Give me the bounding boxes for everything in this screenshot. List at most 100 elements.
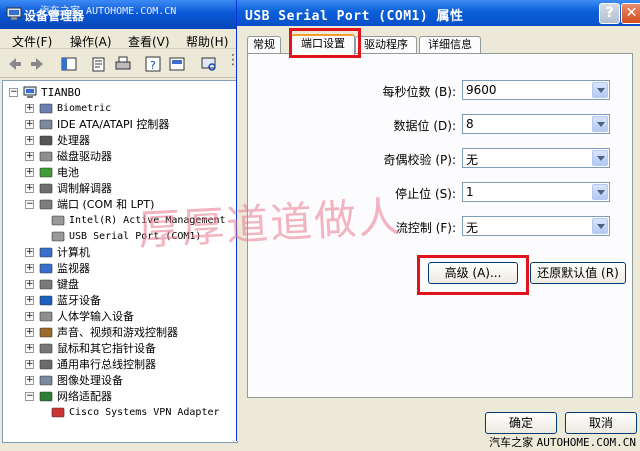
expand-icon[interactable]: +	[25, 248, 34, 257]
device-manager-titlebar[interactable]: 设备管理器 汽车之家 AUTOHOME.COM.CN	[0, 0, 240, 29]
tree-item-label: 计算机	[57, 246, 90, 259]
expand-icon[interactable]: +	[25, 264, 34, 273]
network-card-icon	[51, 407, 65, 418]
expand-icon[interactable]: +	[25, 280, 34, 289]
close-button[interactable]: ✕	[621, 3, 640, 24]
tree-item-label: 网络适配器	[57, 390, 112, 403]
dialog-title: USB Serial Port (COM1) 属性	[245, 9, 464, 24]
setting-dropdown[interactable]: 无	[462, 148, 610, 168]
tree-item-label: 图像处理设备	[57, 374, 123, 387]
expand-icon[interactable]: +	[25, 184, 34, 193]
device-manager-window: 设备管理器 汽车之家 AUTOHOME.COM.CN 文件(F) 操作(A) 查…	[0, 0, 240, 451]
expand-icon[interactable]: +	[25, 360, 34, 369]
ok-button[interactable]: 确定	[485, 412, 557, 434]
properties-dialog: USB Serial Port (COM1) 属性 ? ✕ 常规 端口设置 驱动…	[236, 0, 640, 441]
question-icon: ?	[605, 5, 614, 21]
chevron-down-icon[interactable]	[592, 82, 608, 98]
device-manager-icon	[6, 7, 22, 20]
show-hide-tree-icon[interactable]	[60, 55, 78, 73]
tab-driver[interactable]: 驱动程序	[355, 36, 417, 54]
chevron-down-icon[interactable]	[592, 184, 608, 200]
tree-item-label: 键盘	[57, 278, 79, 291]
computer-icon	[39, 247, 53, 258]
setting-label: 停止位 (S):	[395, 187, 456, 201]
tab-details[interactable]: 详细信息	[419, 36, 481, 54]
expand-icon[interactable]: +	[25, 312, 34, 321]
expand-icon[interactable]: +	[25, 168, 34, 177]
tab-general[interactable]: 常规	[247, 36, 281, 54]
tree-item-label: Intel(R) Active Management	[69, 215, 226, 226]
chevron-down-icon[interactable]	[592, 218, 608, 234]
dialog-titlebar[interactable]: USB Serial Port (COM1) 属性 ? ✕	[237, 0, 640, 26]
mouse-icon	[39, 343, 53, 354]
menu-file[interactable]: 文件(F)	[12, 33, 52, 50]
processor-icon	[39, 135, 53, 146]
port-settings-panel: 每秒位数 (B): 9600 数据位 (D): 8 奇偶校验 (P): 无停止位 (S):…	[247, 53, 633, 398]
chevron-down-icon[interactable]	[592, 150, 608, 166]
setting-dropdown[interactable]: 8	[462, 114, 610, 134]
hid-icon	[39, 311, 53, 322]
collapse-icon[interactable]: −	[25, 392, 34, 401]
expand-icon[interactable]: +	[25, 152, 34, 161]
help-button[interactable]: ?	[599, 3, 620, 24]
collapse-icon[interactable]: −	[25, 200, 34, 209]
tree-item-label: 处理器	[57, 134, 90, 147]
setting-value: 1	[466, 185, 474, 199]
expand-icon[interactable]: +	[25, 344, 34, 353]
network-adapter-icon	[39, 391, 53, 402]
tree-item-label: 磁盘驱动器	[57, 150, 112, 163]
properties-icon[interactable]	[90, 55, 108, 73]
setting-label: 每秒位数 (B):	[382, 85, 456, 99]
chevron-down-icon[interactable]	[592, 116, 608, 132]
expand-icon[interactable]: +	[25, 296, 34, 305]
ide-controller-icon	[39, 119, 53, 130]
tree-item-label: USB Serial Port (COM1)	[69, 231, 202, 242]
battery-icon	[39, 167, 53, 178]
tree-item-label: 电池	[57, 166, 79, 179]
help-icon[interactable]: ?	[144, 55, 162, 73]
forward-arrow-icon[interactable]	[28, 55, 46, 73]
title-watermark: 汽车之家 AUTOHOME.COM.CN	[40, 6, 177, 17]
tab-port-settings[interactable]: 端口设置	[291, 34, 355, 55]
expand-icon[interactable]: +	[25, 120, 34, 129]
collapse-icon[interactable]: −	[9, 88, 18, 97]
setting-value: 8	[466, 117, 474, 131]
restore-defaults-button[interactable]: 还原默认值 (R)	[530, 262, 626, 284]
scan-hardware-icon[interactable]	[200, 55, 218, 73]
modem-icon	[39, 183, 53, 194]
setting-label: 数据位 (D):	[393, 119, 456, 133]
expand-icon[interactable]: +	[25, 104, 34, 113]
menu-action[interactable]: 操作(A)	[70, 33, 112, 50]
setting-dropdown[interactable]: 9600	[462, 80, 610, 100]
cancel-button[interactable]: 取消	[565, 412, 637, 434]
menu-help[interactable]: 帮助(H)	[186, 33, 228, 50]
menu-bar: 文件(F) 操作(A) 查看(V) 帮助(H)	[0, 29, 240, 49]
usb-icon	[39, 359, 53, 370]
tree-item-label: 监视器	[57, 262, 90, 275]
tree-item-label: 端口 (COM 和 LPT)	[57, 198, 155, 211]
expand-icon[interactable]: +	[25, 376, 34, 385]
setting-value: 无	[466, 221, 479, 235]
setting-value: 9600	[466, 83, 497, 97]
setting-dropdown[interactable]: 1	[462, 182, 610, 202]
port-icon	[39, 199, 53, 210]
bluetooth-icon	[39, 295, 53, 306]
tree-item-label: 蓝牙设备	[57, 294, 101, 307]
expand-icon[interactable]: +	[25, 328, 34, 337]
tree-item-label: 鼠标和其它指针设备	[57, 342, 156, 355]
monitor-icon	[39, 263, 53, 274]
sound-icon	[39, 327, 53, 338]
print-icon[interactable]	[114, 55, 132, 73]
expand-icon[interactable]: +	[25, 136, 34, 145]
device-tree: − TIANBO + Biometric + IDE ATA/ATAPI 控制器 + 处理…	[2, 80, 238, 443]
bottom-watermark-en: AUTOHOME.COM.CN	[536, 436, 636, 449]
port-device-icon	[51, 215, 65, 226]
back-arrow-icon[interactable]	[6, 55, 24, 73]
advanced-button[interactable]: 高级 (A)...	[428, 262, 518, 284]
bottom-watermark: 汽车之家 AUTOHOME.COM.CN	[489, 434, 636, 450]
menu-view[interactable]: 查看(V)	[128, 33, 170, 50]
disk-drive-icon	[39, 151, 53, 162]
console-icon[interactable]	[168, 55, 186, 73]
toolbar: ? ⋮	[0, 50, 240, 78]
setting-dropdown[interactable]: 无	[462, 216, 610, 236]
